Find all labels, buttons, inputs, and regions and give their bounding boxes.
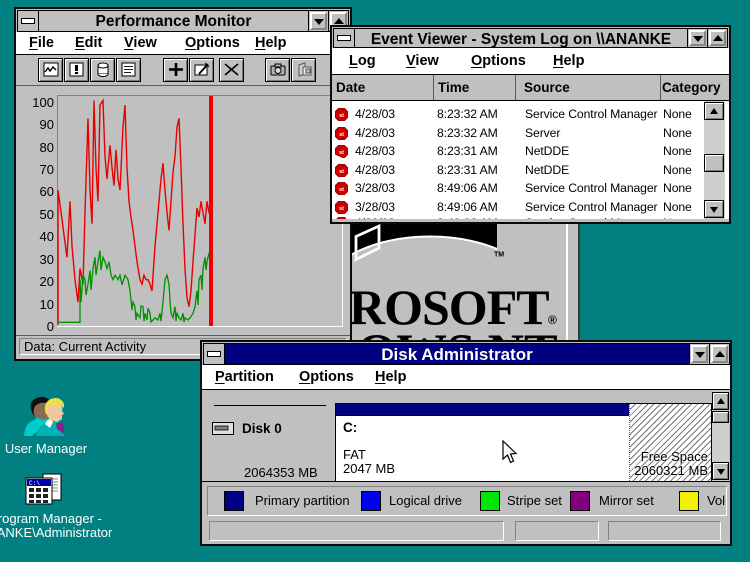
svg-text:st: st [339, 187, 344, 193]
svg-text:st: st [339, 113, 344, 119]
svg-text:TM: TM [494, 252, 504, 259]
svg-text:st: st [339, 206, 344, 212]
svg-text:st: st [339, 132, 344, 138]
svg-text:st: st [339, 169, 344, 175]
svg-text:st: st [339, 150, 344, 156]
svg-text:C:\: C:\ [29, 480, 40, 487]
